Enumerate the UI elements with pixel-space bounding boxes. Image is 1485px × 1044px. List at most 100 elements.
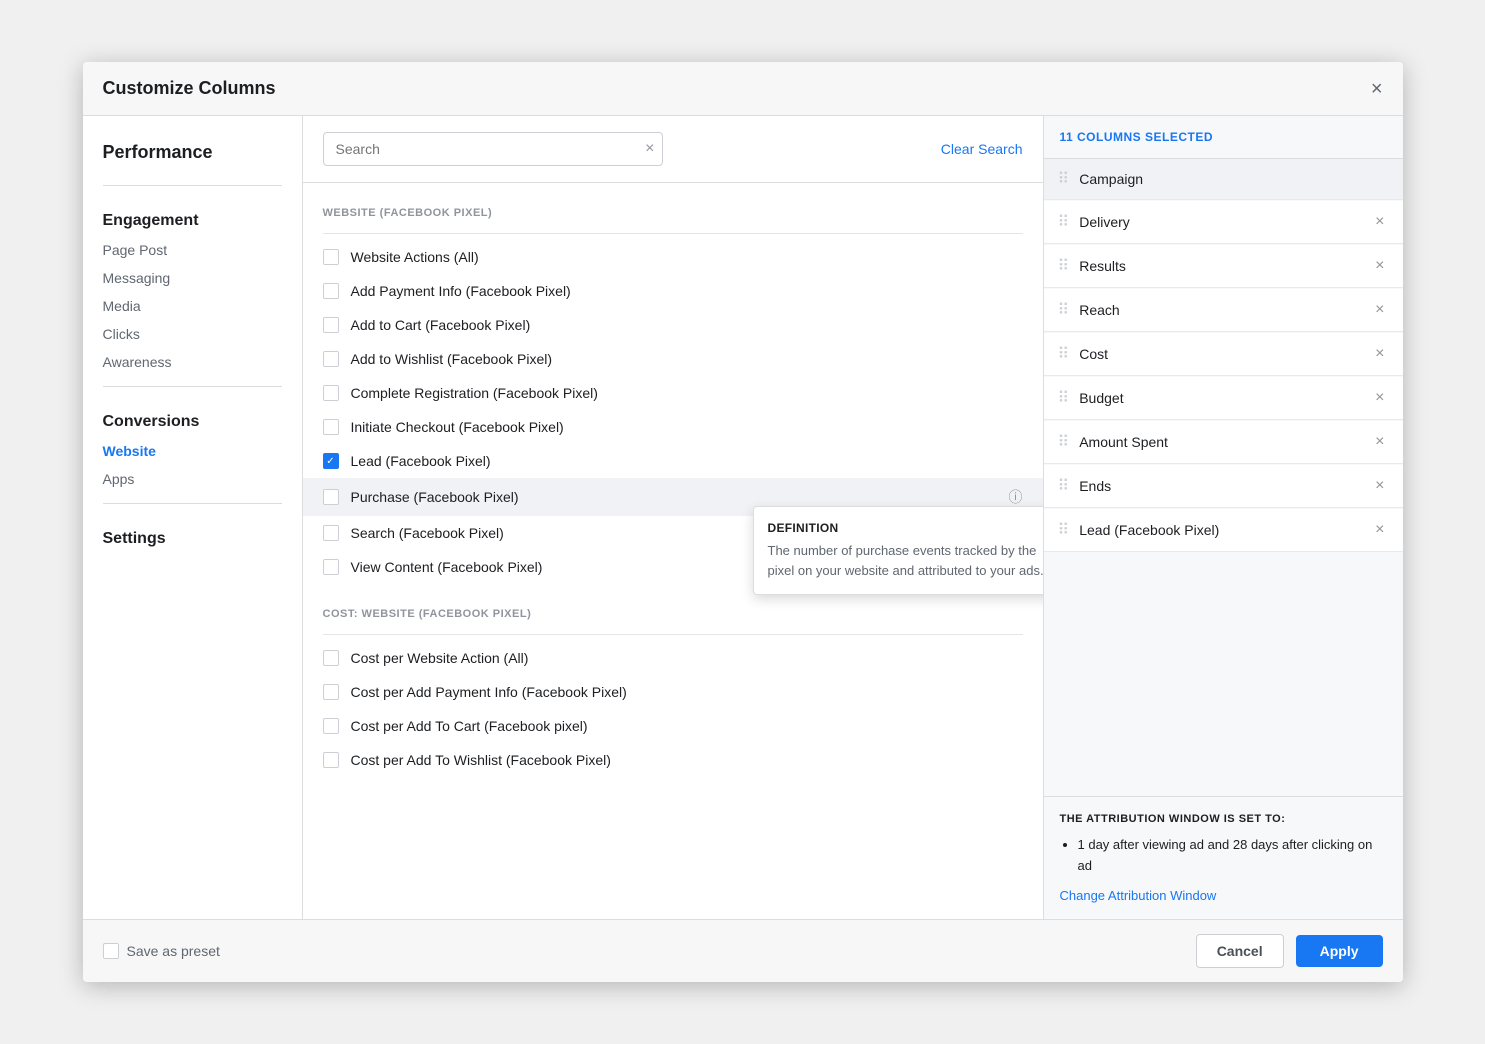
cancel-button[interactable]: Cancel xyxy=(1196,934,1284,968)
column-item-add-to-wishlist[interactable]: Add to Wishlist (Facebook Pixel) xyxy=(303,342,1043,376)
dialog-footer: Save as preset Cancel Apply xyxy=(83,919,1403,982)
column-label-website-actions-all: Website Actions (All) xyxy=(351,249,479,265)
column-item-initiate-checkout[interactable]: Initiate Checkout (Facebook Pixel) xyxy=(303,410,1043,444)
column-item-cost-website-action[interactable]: Cost per Website Action (All) xyxy=(303,641,1043,675)
column-item-cost-add-wishlist[interactable]: Cost per Add To Wishlist (Facebook Pixel… xyxy=(303,743,1043,777)
sidebar-divider-2 xyxy=(103,386,282,387)
column-label-add-to-wishlist: Add to Wishlist (Facebook Pixel) xyxy=(351,351,553,367)
checkbox-add-to-wishlist[interactable] xyxy=(323,351,339,367)
selected-item-results: ⠿ Results × xyxy=(1044,245,1403,288)
search-input[interactable] xyxy=(323,132,663,166)
drag-handle-ends[interactable]: ⠿ xyxy=(1058,476,1070,496)
checkbox-cost-add-payment[interactable] xyxy=(323,684,339,700)
remove-reach-icon[interactable]: × xyxy=(1371,299,1388,321)
remove-delivery-icon[interactable]: × xyxy=(1371,211,1388,233)
drag-handle-amount-spent[interactable]: ⠿ xyxy=(1058,432,1070,452)
info-icon-purchase[interactable]: ⓘ xyxy=(1009,487,1023,507)
column-label-view-content: View Content (Facebook Pixel) xyxy=(351,559,543,575)
drag-handle-reach[interactable]: ⠿ xyxy=(1058,300,1070,320)
apply-button[interactable]: Apply xyxy=(1296,935,1383,967)
section-header-website-pixel: WEBSITE (FACEBOOK PIXEL) xyxy=(303,193,1043,227)
selected-label-lead-pixel: Lead (Facebook Pixel) xyxy=(1079,522,1371,538)
remove-lead-pixel-icon[interactable]: × xyxy=(1371,519,1388,541)
main-content: × Clear Search WEBSITE (FACEBOOK PIXEL) … xyxy=(303,116,1043,919)
checkbox-add-to-cart[interactable] xyxy=(323,317,339,333)
selected-item-lead-pixel: ⠿ Lead (Facebook Pixel) × xyxy=(1044,509,1403,552)
section-header-cost-website: COST: WEBSITE (FACEBOOK PIXEL) xyxy=(303,594,1043,628)
checkbox-cost-add-cart[interactable] xyxy=(323,718,339,734)
selected-item-cost: ⠿ Cost × xyxy=(1044,333,1403,376)
column-item-add-to-cart[interactable]: Add to Cart (Facebook Pixel) xyxy=(303,308,1043,342)
checkbox-view-content[interactable] xyxy=(323,559,339,575)
column-item-lead[interactable]: Lead (Facebook Pixel) xyxy=(303,444,1043,478)
selected-label-budget: Budget xyxy=(1079,390,1371,406)
column-item-cost-add-payment[interactable]: Cost per Add Payment Info (Facebook Pixe… xyxy=(303,675,1043,709)
sidebar-item-awareness[interactable]: Awareness xyxy=(83,348,302,376)
remove-results-icon[interactable]: × xyxy=(1371,255,1388,277)
search-clear-icon[interactable]: × xyxy=(645,140,654,158)
remove-ends-icon[interactable]: × xyxy=(1371,475,1388,497)
remove-cost-icon[interactable]: × xyxy=(1371,343,1388,365)
column-item-cost-add-cart[interactable]: Cost per Add To Cart (Facebook pixel) xyxy=(303,709,1043,743)
checkbox-purchase[interactable] xyxy=(323,489,339,505)
preset-wrapper: Save as preset xyxy=(103,943,220,959)
selected-item-reach: ⠿ Reach × xyxy=(1044,289,1403,332)
column-item-website-actions-all[interactable]: Website Actions (All) xyxy=(303,240,1043,274)
section-divider-2 xyxy=(323,634,1023,635)
sidebar-divider-3 xyxy=(103,503,282,504)
drag-handle-results[interactable]: ⠿ xyxy=(1058,256,1070,276)
clear-search-button[interactable]: Clear Search xyxy=(941,141,1023,157)
drag-handle-campaign[interactable]: ⠿ xyxy=(1058,169,1070,189)
remove-budget-icon[interactable]: × xyxy=(1371,387,1388,409)
sidebar-item-website[interactable]: Website xyxy=(83,437,302,465)
selected-label-delivery: Delivery xyxy=(1079,214,1371,230)
selected-item-budget: ⠿ Budget × xyxy=(1044,377,1403,420)
change-attribution-link[interactable]: Change Attribution Window xyxy=(1060,888,1217,903)
checkbox-website-actions-all[interactable] xyxy=(323,249,339,265)
sidebar-divider-1 xyxy=(103,185,282,186)
close-button[interactable]: × xyxy=(1371,79,1383,99)
sidebar-item-media[interactable]: Media xyxy=(83,292,302,320)
selected-label-cost: Cost xyxy=(1079,346,1371,362)
sidebar-item-apps[interactable]: Apps xyxy=(83,465,302,493)
checkbox-search-pixel[interactable] xyxy=(323,525,339,541)
dialog-body: Performance Engagement Page Post Messagi… xyxy=(83,116,1403,919)
drag-handle-lead-pixel[interactable]: ⠿ xyxy=(1058,520,1070,540)
selected-label-reach: Reach xyxy=(1079,302,1371,318)
column-label-add-payment-info: Add Payment Info (Facebook Pixel) xyxy=(351,283,571,299)
selected-label-ends: Ends xyxy=(1079,478,1371,494)
selected-item-amount-spent: ⠿ Amount Spent × xyxy=(1044,421,1403,464)
checkbox-cost-add-wishlist[interactable] xyxy=(323,752,339,768)
checkbox-lead[interactable] xyxy=(323,453,339,469)
selected-label-amount-spent: Amount Spent xyxy=(1079,434,1371,450)
selected-label-campaign: Campaign xyxy=(1079,171,1388,187)
preset-label: Save as preset xyxy=(127,943,220,959)
column-label-add-to-cart: Add to Cart (Facebook Pixel) xyxy=(351,317,531,333)
preset-checkbox[interactable] xyxy=(103,943,119,959)
checkbox-complete-registration[interactable] xyxy=(323,385,339,401)
attribution-title: THE ATTRIBUTION WINDOW IS SET TO: xyxy=(1060,813,1387,825)
selected-item-campaign: ⠿ Campaign xyxy=(1044,159,1403,200)
sidebar-item-page-post[interactable]: Page Post xyxy=(83,236,302,264)
column-label-cost-add-payment: Cost per Add Payment Info (Facebook Pixe… xyxy=(351,684,627,700)
column-label-cost-add-wishlist: Cost per Add To Wishlist (Facebook Pixel… xyxy=(351,752,611,768)
customize-columns-dialog: Customize Columns × Performance Engageme… xyxy=(83,62,1403,982)
tooltip-title: DEFINITION xyxy=(768,521,1043,535)
dialog-title: Customize Columns xyxy=(103,78,276,99)
sidebar-item-messaging[interactable]: Messaging xyxy=(83,264,302,292)
sidebar-item-clicks[interactable]: Clicks xyxy=(83,320,302,348)
column-label-purchase: Purchase (Facebook Pixel) xyxy=(351,489,519,505)
checkbox-cost-website-action[interactable] xyxy=(323,650,339,666)
checkbox-initiate-checkout[interactable] xyxy=(323,419,339,435)
column-item-add-payment-info[interactable]: Add Payment Info (Facebook Pixel) xyxy=(303,274,1043,308)
drag-handle-cost[interactable]: ⠿ xyxy=(1058,344,1070,364)
search-bar: × Clear Search xyxy=(303,116,1043,183)
column-label-complete-registration: Complete Registration (Facebook Pixel) xyxy=(351,385,598,401)
column-item-complete-registration[interactable]: Complete Registration (Facebook Pixel) xyxy=(303,376,1043,410)
checkbox-add-payment-info[interactable] xyxy=(323,283,339,299)
drag-handle-delivery[interactable]: ⠿ xyxy=(1058,212,1070,232)
column-label-cost-website-action: Cost per Website Action (All) xyxy=(351,650,529,666)
drag-handle-budget[interactable]: ⠿ xyxy=(1058,388,1070,408)
remove-amount-spent-icon[interactable]: × xyxy=(1371,431,1388,453)
column-item-purchase[interactable]: Purchase (Facebook Pixel) ⓘ DEFINITION T… xyxy=(303,478,1043,516)
